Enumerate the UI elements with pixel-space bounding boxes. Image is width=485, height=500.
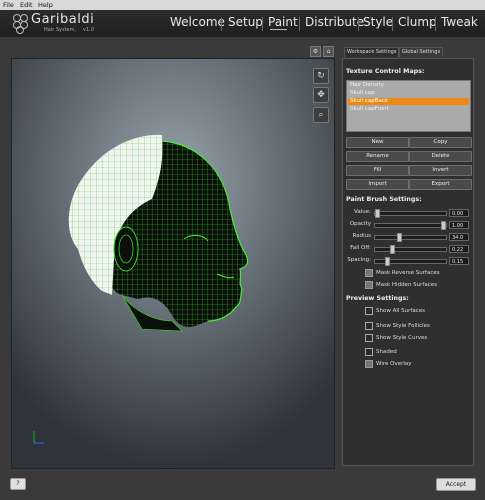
radius-field[interactable]: 34.0 (449, 233, 469, 241)
move-icon[interactable]: ✥ (313, 87, 329, 103)
spacing-field[interactable]: 0.15 (449, 257, 469, 265)
nav-divider (392, 17, 393, 31)
nav-divider (262, 17, 263, 31)
accept-button[interactable]: Accept (436, 478, 476, 491)
falloff-field[interactable]: 0.22 (449, 245, 469, 253)
nav-divider (358, 17, 359, 31)
show-all-surfaces-label: Show All Surfaces (376, 308, 425, 314)
tab-clump[interactable]: Clump (398, 15, 437, 29)
copy-button[interactable]: Copy (409, 137, 472, 148)
app-header: Garibaldi Hair System, v1.0 Welcome Setu… (0, 10, 485, 37)
menu-bar: File Edit Help (0, 0, 485, 10)
preview-settings-heading: Preview Settings: (346, 295, 409, 302)
menu-help[interactable]: Help (38, 1, 53, 9)
3d-viewport[interactable]: ↻ ✥ ⌕ (11, 58, 335, 469)
active-tab-indicator (270, 29, 287, 30)
nav-divider (221, 17, 222, 31)
delete-button[interactable]: Delete (409, 151, 472, 162)
value-label: Value: (354, 209, 371, 215)
export-button[interactable]: Export (409, 179, 472, 190)
value-slider[interactable] (374, 209, 447, 218)
nav-divider (435, 17, 436, 31)
spacing-label: Spacing: (347, 257, 371, 263)
tab-style[interactable]: Style (363, 15, 393, 29)
wire-overlay-checkbox[interactable] (365, 360, 373, 368)
menu-file[interactable]: File (3, 1, 14, 9)
zoom-icon[interactable]: ⌕ (313, 107, 329, 123)
radius-label: Radius (352, 233, 371, 239)
falloff-label: Fall Off: (350, 245, 371, 251)
mask-hidden-label: Mask Hidden Surfaces (376, 282, 437, 288)
tab-welcome[interactable]: Welcome (170, 15, 225, 29)
slider-thumb[interactable] (375, 209, 380, 218)
shaded-checkbox[interactable] (365, 348, 373, 356)
radius-slider[interactable] (374, 233, 447, 242)
opacity-label: Opacity (349, 221, 371, 227)
mask-reverse-checkbox[interactable] (365, 269, 373, 277)
show-all-surfaces-checkbox[interactable] (365, 307, 373, 315)
texture-map-list[interactable]: Hair Density Skull cap Skull capBack Sku… (346, 80, 471, 132)
rotate-icon[interactable]: ↻ (313, 68, 329, 84)
opacity-slider[interactable] (374, 221, 447, 230)
fill-button[interactable]: Fill (346, 165, 409, 176)
show-style-follicles-label: Show Style Follicles (376, 323, 430, 329)
show-style-curves-checkbox[interactable] (365, 334, 373, 342)
menu-edit[interactable]: Edit (20, 1, 33, 9)
map-item-skull-cap[interactable]: Skull cap (348, 90, 469, 97)
slider-thumb[interactable] (384, 257, 390, 266)
head-wireframe-render (12, 59, 334, 468)
tab-setup[interactable]: Setup (228, 15, 263, 29)
tab-global-settings[interactable]: Global Settings (399, 47, 444, 57)
tab-paint[interactable]: Paint (268, 15, 298, 29)
shaded-label: Shaded (376, 349, 397, 355)
mask-hidden-checkbox[interactable] (365, 281, 373, 289)
help-button[interactable]: ? (10, 478, 26, 490)
paint-brush-heading: Paint Brush Settings: (346, 196, 422, 203)
import-button[interactable]: Import (346, 179, 409, 190)
spacing-slider[interactable] (374, 257, 447, 266)
map-item-skull-cap-front[interactable]: Skull capFront (348, 106, 469, 113)
map-item-hair-density[interactable]: Hair Density (348, 82, 469, 89)
value-field[interactable]: 0.00 (449, 209, 469, 217)
slider-thumb[interactable] (441, 221, 446, 230)
slider-thumb[interactable] (397, 233, 403, 242)
mask-reverse-label: Mask Reverse Surfaces (376, 270, 440, 276)
nav-divider (299, 17, 300, 31)
wire-overlay-label: Wire Overlay (376, 361, 412, 367)
falloff-slider[interactable] (374, 245, 447, 254)
tab-tweak[interactable]: Tweak (441, 15, 478, 29)
brand-version: v1.0 (83, 27, 94, 33)
home-icon[interactable]: ⌂ (323, 46, 334, 57)
slider-thumb[interactable] (389, 245, 395, 254)
rename-button[interactable]: Rename (346, 151, 409, 162)
tab-distribute[interactable]: Distribute (305, 15, 364, 29)
map-item-skull-cap-back[interactable]: Skull capBack (348, 98, 469, 105)
brand-name: Garibaldi (31, 12, 95, 27)
texture-maps-heading: Texture Control Maps: (346, 68, 425, 75)
tab-workspace-settings[interactable]: Workspace Settings (344, 47, 400, 57)
show-style-follicles-checkbox[interactable] (365, 322, 373, 330)
new-button[interactable]: New (346, 137, 409, 148)
show-style-curves-label: Show Style Curves (376, 335, 428, 341)
invert-button[interactable]: Invert (409, 165, 472, 176)
brand-subtitle: Hair System, (44, 27, 77, 33)
opacity-field[interactable]: 1.00 (449, 221, 469, 229)
gear-icon[interactable]: ⚙ (310, 46, 321, 57)
